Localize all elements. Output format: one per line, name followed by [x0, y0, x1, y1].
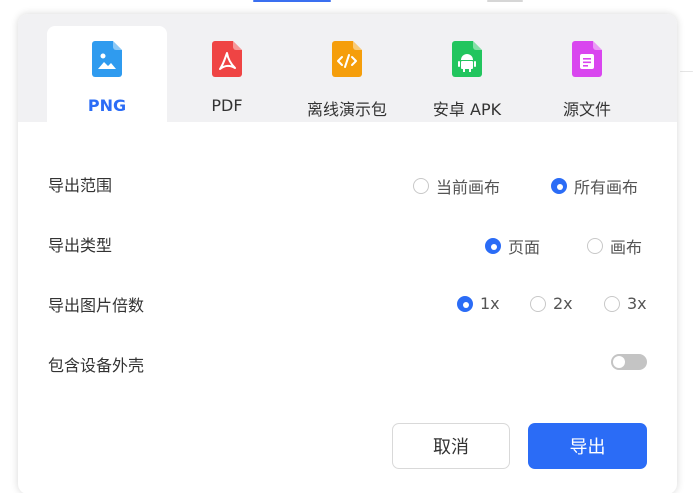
radio-all-canvases[interactable] [551, 178, 567, 194]
option-label: 3x [627, 294, 647, 313]
android-file-icon [452, 41, 482, 77]
option-label: 所有画布 [574, 178, 639, 197]
code-file-icon [332, 41, 362, 77]
page: PNG PDF 离线演示包 安卓 APK 源文件 导出范围 当前画布 所有画布 … [0, 0, 693, 493]
tab-source-file[interactable]: 源文件 [527, 26, 647, 122]
document-file-icon [572, 41, 602, 77]
pdf-file-icon [212, 41, 242, 77]
device-shell-label: 包含设备外壳 [48, 356, 145, 375]
tab-png[interactable]: PNG [47, 26, 167, 122]
export-range-label: 导出范围 [48, 176, 113, 195]
option-label: 2x [553, 294, 573, 313]
option-label: 当前画布 [436, 178, 501, 197]
tab-label: 安卓 APK [432, 100, 502, 119]
tab-label: PDF [211, 96, 243, 115]
option-label: 页面 [508, 238, 541, 257]
export-button[interactable]: 导出 [528, 423, 647, 469]
background-toolbar-mark [487, 0, 523, 2]
radio-2x[interactable] [530, 295, 546, 312]
type-option-page[interactable]: 页面 [485, 234, 540, 258]
background-tab-indicator [253, 0, 331, 2]
export-scale-label: 导出图片倍数 [48, 296, 145, 315]
cancel-button[interactable]: 取消 [392, 423, 510, 469]
export-dialog: PNG PDF 离线演示包 安卓 APK 源文件 导出范围 当前画布 所有画布 … [18, 14, 677, 493]
type-option-canvas[interactable]: 画布 [587, 234, 642, 258]
radio-1x[interactable] [457, 295, 473, 312]
device-shell-toggle[interactable] [611, 354, 647, 370]
radio-page[interactable] [485, 238, 501, 254]
scale-option-3x[interactable]: 3x [604, 294, 647, 313]
radio-3x[interactable] [604, 295, 620, 312]
scale-option-2x[interactable]: 2x [530, 294, 573, 313]
radio-canvas[interactable] [587, 238, 603, 254]
tab-label: PNG [87, 96, 127, 115]
image-file-icon [92, 41, 122, 77]
background-divider [680, 71, 693, 72]
tab-android-apk[interactable]: 安卓 APK [407, 26, 527, 122]
export-format-tabs: PNG PDF 离线演示包 安卓 APK 源文件 [18, 14, 677, 122]
radio-current-canvas[interactable] [413, 178, 429, 194]
scale-option-1x[interactable]: 1x [457, 294, 500, 313]
tab-offline-package[interactable]: 离线演示包 [287, 26, 407, 122]
tab-label: 源文件 [562, 100, 611, 119]
range-option-current[interactable]: 当前画布 [413, 174, 500, 198]
toggle-knob [613, 356, 625, 368]
option-label: 1x [480, 294, 500, 313]
tab-pdf[interactable]: PDF [167, 26, 287, 122]
tab-label: 离线演示包 [306, 100, 387, 119]
option-label: 画布 [610, 238, 643, 257]
export-type-label: 导出类型 [48, 236, 113, 255]
range-option-all[interactable]: 所有画布 [551, 174, 638, 198]
